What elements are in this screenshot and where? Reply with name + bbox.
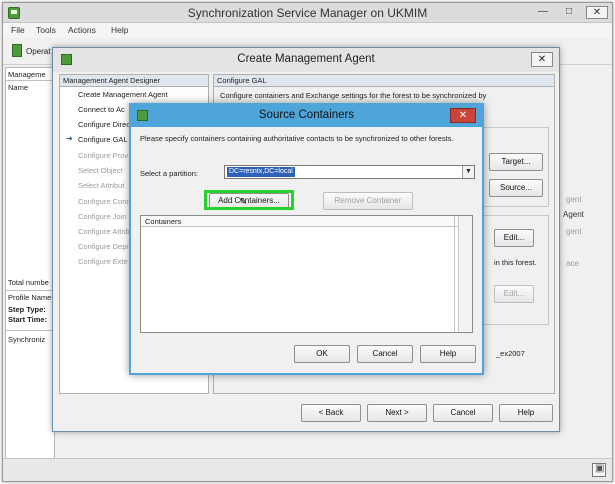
source-containers-titlebar: Source Containers ✕ [131,105,482,127]
step-configure-extensions: Configure Exte [78,257,128,266]
chevron-down-icon[interactable]: ▼ [462,166,474,178]
partition-select[interactable]: DC=resntx,DC=local ▼ [224,165,475,179]
help-button[interactable]: Help [420,345,476,363]
in-this-forest-label: in this forest. [494,258,537,267]
target-button[interactable]: Target... [489,153,543,171]
main-window-title: Synchronization Service Manager on UKMIM [187,6,428,20]
edit-button[interactable]: Edit... [494,229,534,247]
menu-item-help[interactable]: Help [111,25,128,35]
close-icon[interactable]: ✕ [450,108,476,123]
left-panel: Manageme Name Total numbe Profile Name S… [5,67,55,467]
status-icon [592,463,606,477]
menu-item-file[interactable]: File [11,25,25,35]
step-select-object: Select Object [78,166,123,175]
edit-button-disabled: Edit... [494,285,534,303]
maximize-icon[interactable]: □ [558,6,580,19]
containers-list[interactable]: Containers [140,215,473,333]
step-connect-to-ad[interactable]: Connect to Ac [78,105,125,114]
menu-item-actions[interactable]: Actions [68,25,96,35]
cancel-button[interactable]: Cancel [357,345,413,363]
menu-bar: File Tools Actions Help [3,23,612,38]
next-button[interactable]: Next > [367,404,427,422]
synchronization-tab[interactable]: Synchroniz [8,335,45,344]
name-column-header[interactable]: Name [8,83,28,92]
toolbar-operations-label[interactable]: Operat [26,47,50,56]
exchange-version-label: _ex2007 [496,349,525,358]
mouse-cursor-icon: ↖ [239,196,248,207]
step-select-attributes: Select Attribut [78,181,125,190]
column-separator [454,216,455,332]
back-button[interactable]: < Back [301,404,361,422]
main-window-titlebar: Synchronization Service Manager on UKMIM… [3,3,612,23]
step-create-management-agent[interactable]: Create Management Agent [78,90,168,99]
background-ace-text: ace [566,259,579,268]
divider [6,330,54,331]
containers-column-header[interactable]: Containers [145,217,181,226]
step-configure-provisioning: Configure Prov [78,151,129,160]
background-agent-text: Agent [563,210,584,219]
designer-header: Management Agent Designer [60,75,208,87]
ok-button[interactable]: OK [294,345,350,363]
management-agents-header: Manageme [8,70,46,79]
close-icon[interactable]: ✕ [531,52,553,67]
profile-name-label: Profile Name [8,293,52,302]
content-description: Configure containers and Exchange settin… [220,91,487,100]
step-configure-attribute-flow: Configure Attrib [78,227,130,236]
menu-item-tools[interactable]: Tools [36,25,56,35]
step-type-label: Step Type: [8,305,46,314]
step-configure-gal[interactable]: Configure GAL [78,135,128,144]
step-configure-join: Configure Join [78,212,127,221]
divider [6,80,54,81]
instructions-text: Please specify containers containing aut… [140,134,454,143]
containers-list-header: Containers [141,216,472,227]
close-icon[interactable]: ✕ [586,6,608,19]
step-configure-directory[interactable]: Configure Direc [78,120,130,129]
cancel-button[interactable]: Cancel [433,404,493,422]
divider [6,290,54,291]
background-agent-text: gent [566,195,582,204]
partition-selected-value: DC=resntx,DC=local [227,167,295,177]
step-configure-deprovisioning: Configure Depr [78,242,129,251]
create-agent-titlebar: Create Management Agent ✕ [53,48,559,72]
background-agent-text: gent [566,227,582,236]
help-button[interactable]: Help [499,404,553,422]
source-containers-dialog: Source Containers ✕ Please specify conta… [129,103,484,375]
remove-container-button: Remove Container [323,192,413,210]
minimize-icon[interactable]: — [532,6,554,19]
status-bar [3,458,612,481]
step-configure-connector-filter: Configure Conn [78,197,131,206]
source-button[interactable]: Source... [489,179,543,197]
scrollbar[interactable] [458,216,472,332]
create-agent-title: Create Management Agent [237,53,375,65]
total-number-label: Total numbe [8,278,49,287]
partition-label: Select a partition: [140,169,198,178]
current-step-arrow-icon: ➜ [66,134,73,143]
operations-icon[interactable] [12,44,22,57]
highlight-box [204,190,294,210]
content-header: Configure GAL [214,75,554,87]
start-time-label: Start Time: [8,315,48,324]
source-containers-title: Source Containers [258,109,355,121]
